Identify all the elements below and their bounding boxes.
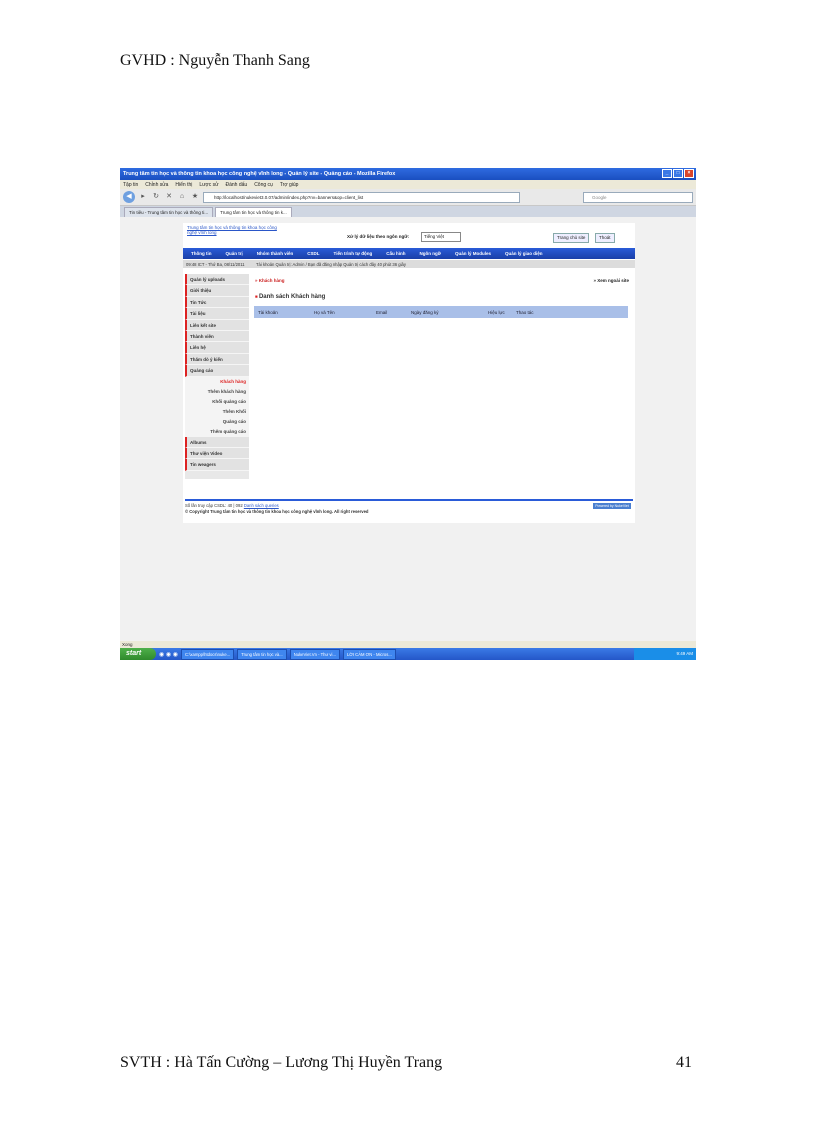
- col-actions: Thao tác: [516, 309, 534, 315]
- sidebar-sub-add-client[interactable]: Thêm khách hàng: [185, 386, 249, 397]
- quicklaunch-icon[interactable]: ◉ ◉ ◉: [159, 651, 178, 658]
- reload-icon[interactable]: ↻: [151, 192, 161, 202]
- menu-help[interactable]: Trợ giúp: [280, 182, 299, 188]
- queries-link[interactable]: Danh sách queries: [244, 503, 279, 508]
- sidebar-item-weagers[interactable]: Tin weagers: [185, 459, 249, 471]
- minimize-icon[interactable]: _: [662, 169, 672, 178]
- sidebar-sub-banners[interactable]: Quảng cáo: [185, 416, 249, 427]
- menu-edit[interactable]: Chỉnh sửa: [145, 182, 168, 188]
- info-bar: 09:48 ICT - Thứ Ba, 08/11/2011 Tài khoản…: [183, 260, 635, 268]
- start-button[interactable]: start: [120, 648, 156, 660]
- forward-icon[interactable]: ▸: [138, 192, 148, 202]
- bookmark-icon[interactable]: ★: [190, 192, 200, 202]
- sidebar-item-weblinks[interactable]: Liên kết site: [185, 319, 249, 331]
- sidebar-item-about[interactable]: Giới thiệu: [185, 285, 249, 297]
- task-explorer[interactable]: C:\xampp\htdocs\nuke...: [181, 648, 235, 660]
- powered-by-badge[interactable]: Powered by NukeViet: [593, 503, 631, 509]
- menu-bar: Tập tin Chỉnh sửa Hiển thị Lược sử Đánh …: [120, 180, 696, 189]
- sidebar-sub-add-block[interactable]: Thêm Khối: [185, 406, 249, 417]
- address-bar[interactable]: http://localhost/nukeviet3.0.07/admin/in…: [203, 191, 520, 203]
- clock: 9:49 AM: [634, 648, 696, 660]
- nav-modules[interactable]: Quản lý Modules: [455, 251, 491, 256]
- window-titlebar: Trung tâm tin học và thông tin khoa học …: [120, 168, 696, 180]
- sidebar-item-contact[interactable]: Liên hệ: [185, 342, 249, 354]
- taskbar: start ◉ ◉ ◉ C:\xampp\htdocs\nuke... Trun…: [120, 648, 696, 660]
- admin-panel: Trung tâm tin học và thông tin khoa học …: [183, 223, 635, 523]
- date-text: 09:48 ICT - Thứ Ba, 08/11/2011: [186, 261, 245, 267]
- close-icon[interactable]: ×: [684, 169, 694, 178]
- status-bar: Xong: [120, 641, 696, 648]
- sidebar-sub-add-banner[interactable]: Thêm quảng cáo: [185, 426, 249, 437]
- nav-language[interactable]: Ngôn ngữ: [419, 251, 441, 256]
- col-reg-date: Ngày đăng ký: [411, 309, 439, 315]
- sidebar-item-news[interactable]: Tin Tức: [185, 296, 249, 309]
- maximize-icon[interactable]: □: [673, 169, 683, 178]
- browser-screenshot: Trung tâm tin học và thông tin khoa học …: [120, 168, 696, 660]
- welcome-text: Tài khoản Quản trị: Admin / Bạn đã đăng …: [256, 261, 406, 267]
- sidebar-item-uploads[interactable]: Quản lý uploads: [185, 274, 249, 286]
- logout-button[interactable]: Thoát: [595, 233, 615, 243]
- nav-member-groups[interactable]: Nhóm thành viên: [257, 251, 294, 256]
- sidebar-item-voting[interactable]: Thăm dò ý kiến: [185, 353, 249, 366]
- db-stats: Số lần truy cập CSDL: 40 | 092: [185, 503, 243, 508]
- task-firefox-2[interactable]: NukeViet.Vn - Thư vi...: [289, 648, 340, 660]
- section-title: Danh sách Khách hàng: [255, 294, 325, 300]
- nav-config[interactable]: Cấu hình: [386, 251, 405, 256]
- table-header-row: Tài khoản Họ và Tên Email Ngày đăng ký H…: [254, 306, 628, 318]
- sidebar-item-members[interactable]: Thành viên: [185, 330, 249, 343]
- window-title: Trung tâm tin học và thông tin khoa học …: [123, 171, 396, 177]
- menu-file[interactable]: Tập tin: [123, 182, 138, 188]
- language-select[interactable]: Tiếng Việt: [421, 232, 461, 242]
- web-page: Trung tâm tin học và thông tin khoa học …: [120, 217, 696, 641]
- task-word[interactable]: LỜI CẢM ƠN - Micros...: [342, 648, 396, 660]
- menu-tools[interactable]: Công cụ: [254, 182, 273, 188]
- page-header: GVHD : Nguyễn Thanh Sang: [120, 52, 310, 69]
- breadcrumb[interactable]: » Khách hàng: [255, 278, 285, 283]
- sidebar-sub-blocks[interactable]: Khối quảng cáo: [185, 396, 249, 407]
- site-footer: Số lần truy cập CSDL: 40 | 092 Danh sách…: [185, 499, 633, 514]
- home-icon[interactable]: ⌂: [177, 192, 187, 202]
- sidebar-sub-clients[interactable]: Khách hàng: [185, 376, 249, 387]
- col-active: Hiệu lực: [488, 309, 505, 315]
- sidebar: Quản lý uploads Giới thiệu Tin Tức Tài l…: [185, 274, 249, 479]
- sidebar-item-albums[interactable]: Albums: [185, 436, 249, 448]
- view-site-link[interactable]: » Xem ngoài site: [593, 278, 629, 283]
- nav-cron[interactable]: Tiến trình tự động: [334, 251, 373, 256]
- nav-database[interactable]: CSDL: [307, 251, 319, 256]
- col-fullname: Họ và Tên: [314, 309, 335, 315]
- main-nav: Thông tin Quản trị Nhóm thành viên CSDL …: [183, 248, 635, 259]
- search-input[interactable]: Google: [583, 191, 693, 203]
- sidebar-item-banners[interactable]: Quảng cáo: [185, 365, 249, 377]
- copyright: © Copyright Trung tâm tin học và thông t…: [185, 509, 369, 514]
- col-email: Email: [376, 309, 388, 315]
- language-label: Xử lý dữ liệu theo ngôn ngữ:: [347, 234, 410, 239]
- back-icon[interactable]: ◀: [123, 191, 135, 203]
- task-firefox-1[interactable]: Trung tâm tin học và...: [237, 648, 287, 660]
- menu-history[interactable]: Lược sử: [199, 182, 218, 188]
- menu-view[interactable]: Hiển thị: [175, 182, 192, 188]
- page-footer-authors: SVTH : Hà Tấn Cường – Lương Thị Huyền Tr…: [120, 1054, 443, 1071]
- menu-bookmarks[interactable]: Đánh dấu: [226, 182, 248, 188]
- col-account: Tài khoản: [258, 309, 278, 315]
- nav-info[interactable]: Thông tin: [191, 251, 212, 256]
- nav-admin[interactable]: Quản trị: [226, 251, 243, 256]
- site-logo-link[interactable]: Trung tâm tin học và thông tin khoa học …: [187, 225, 277, 235]
- sidebar-item-video[interactable]: Thư viện Video: [185, 447, 249, 460]
- stop-icon[interactable]: ✕: [164, 192, 174, 202]
- site-home-button[interactable]: Trang chủ site: [553, 233, 590, 243]
- page-number: 41: [676, 1054, 692, 1071]
- sidebar-item-documents[interactable]: Tài liệu: [185, 308, 249, 320]
- nav-toolbar: ◀ ▸ ↻ ✕ ⌂ ★ http://localhost/nukeviet3.0…: [120, 189, 696, 206]
- nav-themes[interactable]: Quản lý giao diện: [505, 251, 543, 256]
